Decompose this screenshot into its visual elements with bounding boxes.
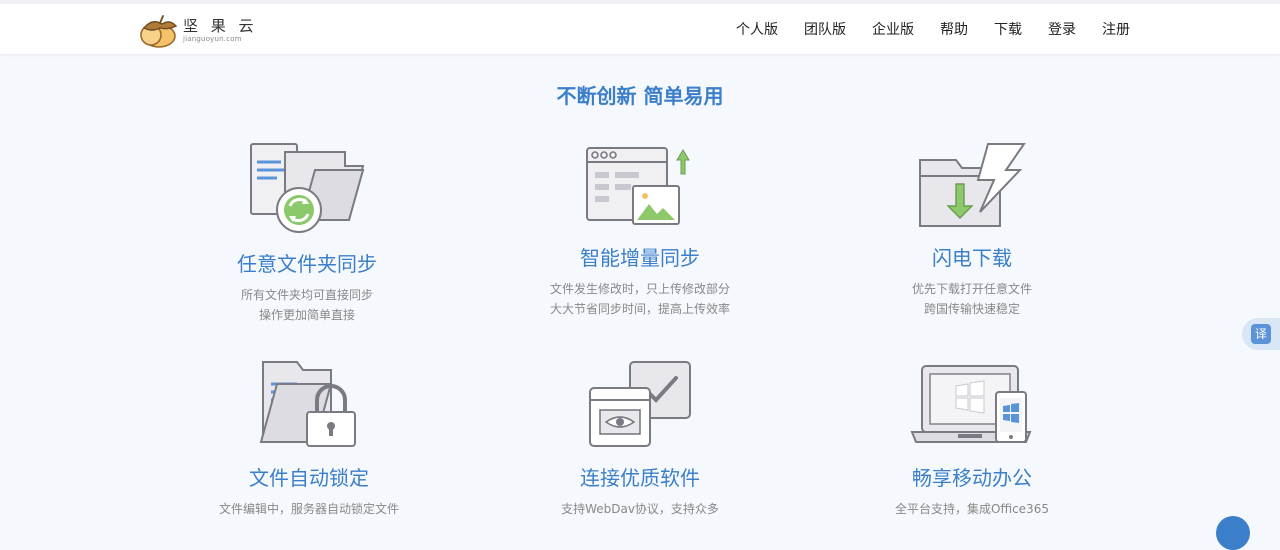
feature-desc: 优先下载打开任意文件 跨国传输快速稳定 — [911, 282, 1032, 316]
translate-icon: 译 — [1251, 324, 1271, 344]
nav-download[interactable]: 下载 — [994, 19, 1022, 39]
feature-folder-sync: 任意文件夹同步 所有文件夹均可直接同步 操作更加简单直接 — [157, 140, 457, 325]
floating-help-button[interactable] — [1216, 516, 1250, 550]
feature-title: 文件自动锁定 — [249, 466, 369, 490]
section-headline: 不断创新 简单易用 — [556, 84, 724, 108]
translate-button[interactable]: 译 — [1242, 318, 1280, 350]
feature-title: 连接优质软件 — [580, 466, 700, 490]
nav-enterprise[interactable]: 企业版 — [872, 19, 914, 39]
feature-desc: 文件发生修改时，只上传修改部分 大大节省同步时间，提高上传效率 — [549, 282, 730, 316]
feature-software-connect: 连接优质软件 支持WebDav协议，支持众多 — [490, 360, 790, 519]
nav-team[interactable]: 团队版 — [804, 19, 846, 39]
feature-desc: 所有文件夹均可直接同步 操作更加简单直接 — [240, 288, 373, 322]
brand-name: 坚 果 云 — [183, 17, 258, 35]
feature-file-lock: 文件自动锁定 文件编辑中，服务器自动锁定文件 — [159, 360, 459, 519]
acorn-logo-icon — [140, 15, 178, 48]
folder-sync-icon — [250, 143, 365, 233]
feature-incremental-sync: 智能增量同步 文件发生修改时，只上传修改部分 大大节省同步时间，提高上传效率 — [490, 140, 790, 319]
feature-title: 任意文件夹同步 — [237, 252, 377, 276]
software-connect-icon — [589, 361, 691, 447]
feature-desc: 支持WebDav协议，支持众多 — [561, 502, 719, 516]
feature-title: 闪电下载 — [932, 246, 1012, 270]
nav-personal[interactable]: 个人版 — [736, 19, 778, 39]
lightning-download-icon — [919, 143, 1026, 227]
folder-lock-icon — [259, 361, 356, 447]
feature-mobile-office: 畅享移动办公 全平台支持，集成Office365 — [822, 360, 1122, 519]
nav-register[interactable]: 注册 — [1102, 19, 1130, 39]
feature-title: 智能增量同步 — [580, 246, 700, 270]
feature-desc: 全平台支持，集成Office365 — [895, 502, 1049, 516]
mobile-office-icon — [910, 365, 1032, 443]
main-nav: 个人版 团队版 企业版 帮助 下载 登录 注册 — [710, 19, 1130, 39]
feature-lightning-download: 闪电下载 优先下载打开任意文件 跨国传输快速稳定 — [822, 140, 1122, 319]
top-navigation-bar: 坚 果 云 jianguoyun.com 个人版 团队版 企业版 帮助 下载 登… — [0, 0, 1280, 54]
feature-desc: 文件编辑中，服务器自动锁定文件 — [218, 502, 399, 516]
feature-title: 畅享移动办公 — [912, 466, 1032, 490]
incremental-sync-icon — [586, 147, 690, 225]
brand-domain: jianguoyun.com — [183, 35, 242, 43]
nav-help[interactable]: 帮助 — [940, 19, 968, 39]
nav-login[interactable]: 登录 — [1048, 19, 1076, 39]
brand-logo[interactable]: 坚 果 云 jianguoyun.com — [138, 14, 258, 48]
